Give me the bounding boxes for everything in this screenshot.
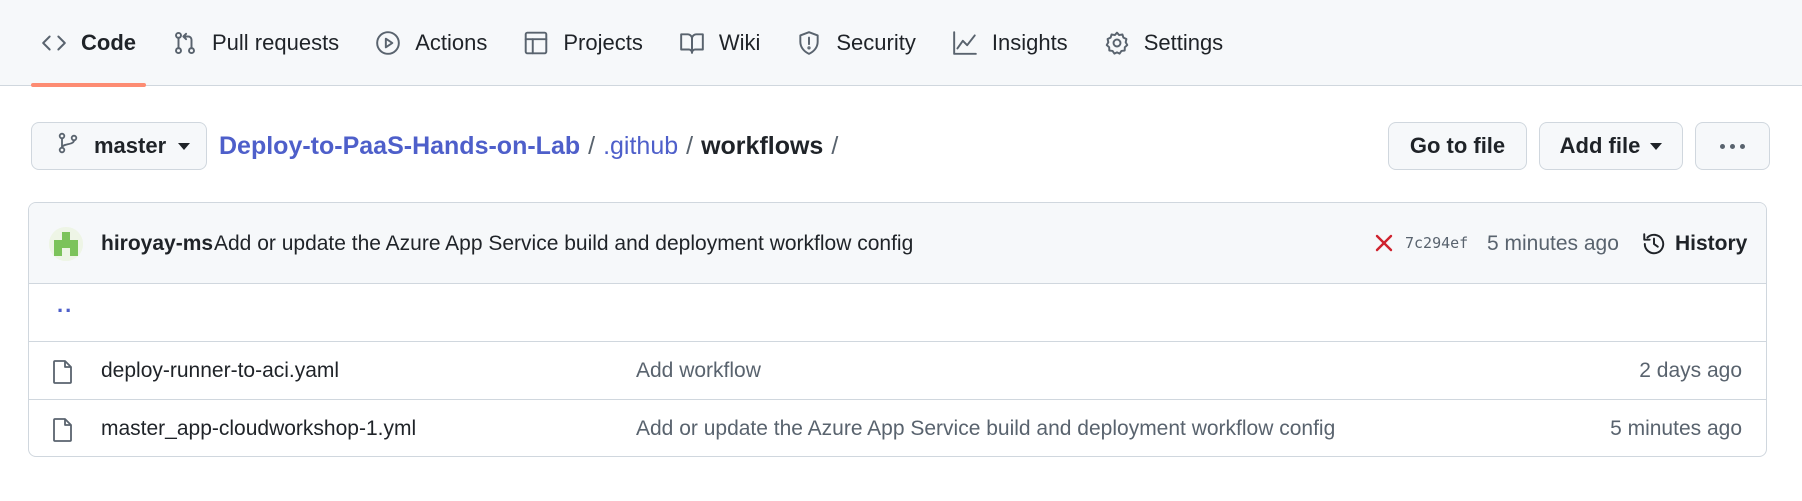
breadcrumb-separator: / xyxy=(831,131,839,160)
commit-message-link[interactable]: Add or update the Azure App Service buil… xyxy=(214,203,913,284)
tab-wiki[interactable]: Wiki xyxy=(669,0,771,86)
table-row: deploy-runner-to-aci.yaml Add workflow 2… xyxy=(29,341,1766,400)
more-options-button[interactable] xyxy=(1695,122,1770,170)
latest-commit-bar: hiroyay-ms Add or update the Azure App S… xyxy=(29,203,1766,284)
table-icon xyxy=(523,30,549,56)
commit-author-link[interactable]: hiroyay-ms xyxy=(101,203,213,284)
book-icon xyxy=(679,30,705,56)
history-icon xyxy=(1643,232,1665,254)
parent-directory-link[interactable]: .. xyxy=(57,292,73,318)
tab-projects[interactable]: Projects xyxy=(513,0,652,86)
history-label: History xyxy=(1675,231,1748,255)
file-name-link[interactable]: deploy-runner-to-aci.yaml xyxy=(101,342,339,400)
gear-icon xyxy=(1104,30,1130,56)
breadcrumb: Deploy-to-PaaS-Hands-on-Lab / .github / … xyxy=(219,122,846,170)
commit-sha-link[interactable]: 7c294ef xyxy=(1405,203,1468,284)
breadcrumb-separator: / xyxy=(588,131,596,160)
x-icon[interactable] xyxy=(1372,231,1396,255)
tab-security[interactable]: Security xyxy=(786,0,925,86)
file-commit-message-link[interactable]: Add or update the Azure App Service buil… xyxy=(636,400,1335,456)
code-icon xyxy=(41,30,67,56)
history-button[interactable]: History xyxy=(1641,203,1747,284)
shield-icon xyxy=(796,30,822,56)
branch-name: master xyxy=(94,133,167,158)
tab-actions-label: Actions xyxy=(415,30,488,55)
chevron-down-icon xyxy=(178,142,191,150)
tab-insights[interactable]: Insights xyxy=(942,0,1078,86)
file-list: hiroyay-ms Add or update the Azure App S… xyxy=(28,202,1767,457)
file-name-link[interactable]: master_app-cloudworkshop-1.yml xyxy=(101,400,416,456)
tab-wiki-label: Wiki xyxy=(718,30,761,55)
file-commit-message-link[interactable]: Add workflow xyxy=(636,342,761,400)
file-icon xyxy=(51,417,75,443)
play-icon xyxy=(375,30,401,56)
commit-time: 5 minutes ago xyxy=(1487,232,1619,255)
tab-projects-label: Projects xyxy=(563,30,643,55)
repo-nav: Code Pull requests Actions Projects Wiki xyxy=(0,0,1802,87)
kebab-horizontal-icon xyxy=(1720,143,1745,149)
tab-code[interactable]: Code xyxy=(31,0,146,87)
tab-pull-requests-label: Pull requests xyxy=(212,30,340,55)
tab-insights-label: Insights xyxy=(991,30,1068,55)
tab-code-label: Code xyxy=(81,30,136,55)
avatar[interactable] xyxy=(49,227,83,261)
breadcrumb-repo-link[interactable]: Deploy-to-PaaS-Hands-on-Lab xyxy=(219,132,580,161)
parent-directory-row: .. xyxy=(29,284,1766,341)
add-file-button[interactable]: Add file xyxy=(1539,122,1683,170)
table-row: master_app-cloudworkshop-1.yml Add or up… xyxy=(29,399,1766,456)
repo-tabs: Code Pull requests Actions Projects Wiki xyxy=(31,0,1249,87)
go-to-file-button[interactable]: Go to file xyxy=(1388,122,1527,170)
branch-selector[interactable]: master xyxy=(31,122,207,170)
breadcrumb-current: workflows xyxy=(701,131,824,160)
tab-settings-label: Settings xyxy=(1143,30,1224,55)
tab-actions[interactable]: Actions xyxy=(365,0,497,86)
tab-settings[interactable]: Settings xyxy=(1094,0,1234,86)
file-navigation: master Deploy-to-PaaS-Hands-on-Lab / .gi… xyxy=(31,122,1770,170)
breadcrumb-folder-link[interactable]: .github xyxy=(603,132,678,161)
tab-security-label: Security xyxy=(836,30,916,55)
add-file-label: Add file xyxy=(1559,133,1641,158)
chevron-down-icon xyxy=(1650,142,1663,150)
pull-request-icon xyxy=(172,30,198,56)
graph-icon xyxy=(952,30,978,56)
branch-icon xyxy=(56,131,80,161)
file-icon xyxy=(51,359,75,385)
breadcrumb-separator: / xyxy=(686,131,694,160)
file-commit-time: 5 minutes ago xyxy=(1610,417,1742,440)
file-commit-time: 2 days ago xyxy=(1639,359,1742,382)
tab-pull-requests[interactable]: Pull requests xyxy=(162,0,349,86)
